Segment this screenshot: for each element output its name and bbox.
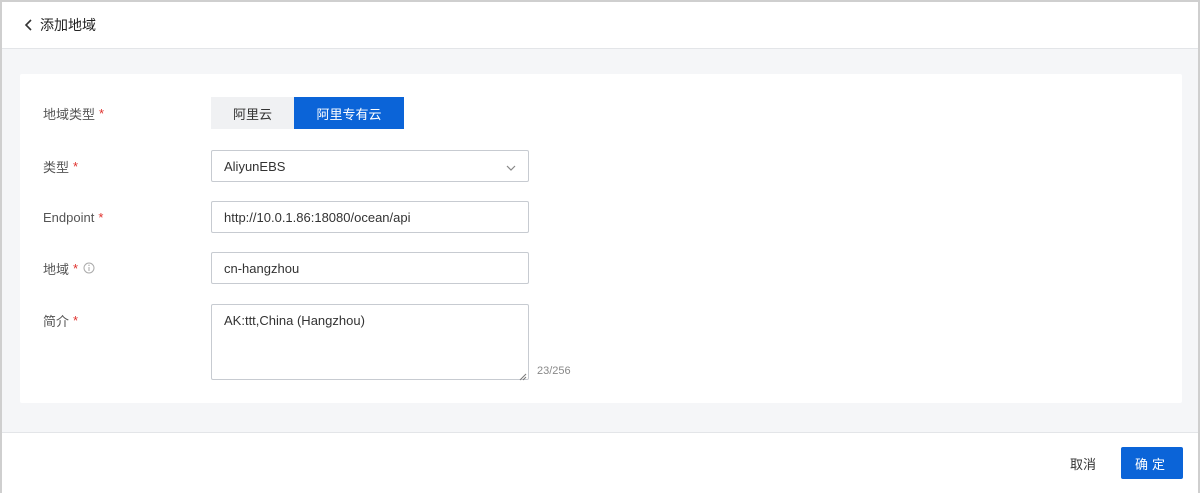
endpoint-label: Endpoint * bbox=[43, 209, 104, 225]
cancel-button[interactable]: 取消 bbox=[1058, 447, 1108, 479]
type-label: 类型 * bbox=[43, 158, 79, 175]
app-frame: 添加地域 地域类型 * 阿里云 阿里专有云 类型 * AliyunEBS End… bbox=[0, 0, 1200, 493]
chevron-left-icon[interactable] bbox=[22, 18, 36, 32]
required-mark: * bbox=[99, 105, 105, 121]
page-header: 添加地域 bbox=[2, 2, 1198, 49]
confirm-button[interactable]: 确定 bbox=[1121, 447, 1183, 479]
resize-handle-icon[interactable] bbox=[518, 369, 527, 381]
form-card: 地域类型 * 阿里云 阿里专有云 类型 * AliyunEBS Endpoint * bbox=[20, 74, 1182, 403]
char-counter: 23/256 bbox=[537, 365, 571, 377]
type-select-value: AliyunEBS bbox=[224, 158, 286, 174]
option-aliyun[interactable]: 阿里云 bbox=[211, 97, 294, 129]
option-aliyun-private-cloud[interactable]: 阿里专有云 bbox=[294, 97, 404, 129]
required-mark: * bbox=[73, 312, 79, 328]
region-label: 地域 * bbox=[43, 258, 95, 278]
required-mark: * bbox=[73, 158, 79, 174]
region-input[interactable]: cn-hangzhou bbox=[211, 252, 529, 284]
type-select[interactable]: AliyunEBS bbox=[211, 150, 529, 182]
endpoint-input[interactable]: http://10.0.1.86:18080/ocean/api bbox=[211, 201, 529, 233]
info-icon[interactable] bbox=[83, 262, 95, 274]
footer-bar: 取消 确定 bbox=[2, 432, 1198, 493]
page-title: 添加地域 bbox=[40, 17, 96, 33]
description-label: 简介 * bbox=[43, 312, 79, 329]
region-type-label: 地域类型 * bbox=[43, 105, 105, 122]
chevron-down-icon bbox=[506, 161, 516, 171]
required-mark: * bbox=[73, 260, 79, 276]
region-type-selector: 阿里云 阿里专有云 bbox=[211, 97, 404, 129]
required-mark: * bbox=[98, 209, 104, 225]
description-text: AK:ttt,China (Hangzhou) bbox=[224, 313, 365, 328]
description-textarea[interactable]: AK:ttt,China (Hangzhou) bbox=[211, 304, 529, 381]
